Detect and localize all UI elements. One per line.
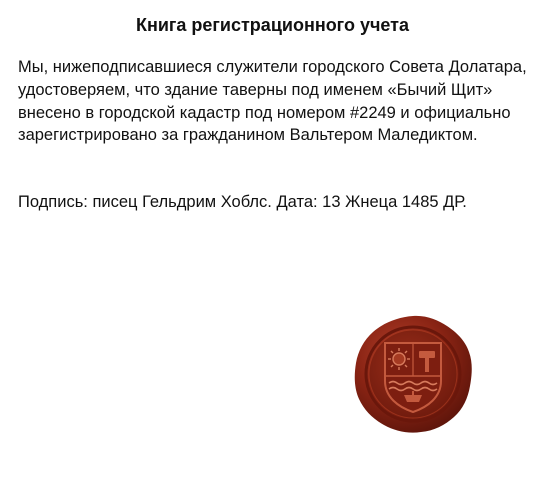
document-signature: Подпись: писец Гельдрим Хоблс. Дата: 13 …: [18, 193, 467, 211]
document-title: Книга регистрационного учета: [135, 15, 409, 35]
document-body: Мы, нижеподписавшиеся служители городско…: [18, 58, 527, 145]
wax-seal-icon: [354, 315, 472, 433]
